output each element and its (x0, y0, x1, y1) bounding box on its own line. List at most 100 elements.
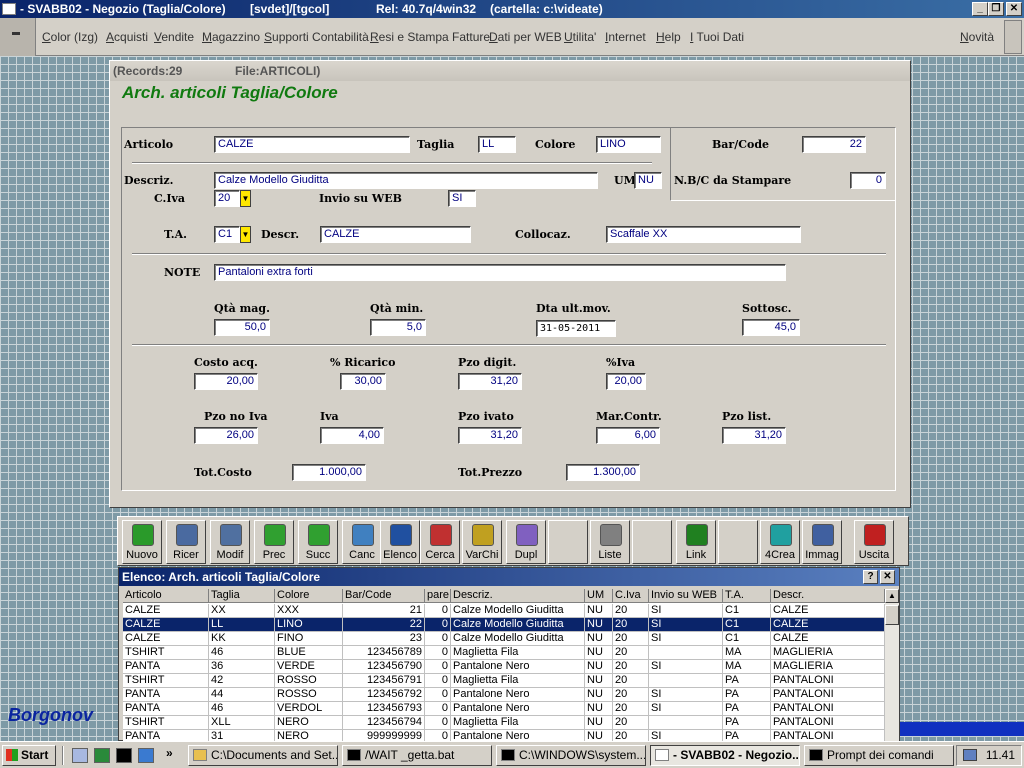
invio-web-field[interactable]: SI (448, 190, 476, 207)
sottosc-field[interactable]: 45,0 (742, 319, 800, 336)
app-icon[interactable] (2, 3, 16, 15)
table-row[interactable]: CALZE XX XXX 21 0 Calze Modello Giuditta NU 20 S… (123, 604, 885, 618)
quick-launch-cmd-icon[interactable] (116, 748, 132, 763)
column-header[interactable]: UM (585, 589, 613, 603)
scroll-thumb[interactable] (885, 605, 899, 625)
civa-field[interactable]: 20 (214, 190, 240, 207)
table-row[interactable]: PANTA 44 ROSSO 123456792 0 Pantalone Nero NU 20… (123, 688, 885, 702)
column-header[interactable]: Colore (275, 589, 343, 603)
toolbar-cerca-button[interactable]: Cerca (420, 520, 460, 564)
qtamag-field[interactable]: 50,0 (214, 319, 270, 336)
column-header[interactable]: Bar/Code (343, 589, 425, 603)
costoacq-field[interactable]: 20,00 (194, 373, 258, 390)
ta-dropdown-icon[interactable]: ▼ (240, 226, 251, 243)
toolbar-liste-button[interactable]: Liste (590, 520, 630, 564)
civa-dropdown-icon[interactable]: ▼ (240, 190, 251, 207)
column-header[interactable]: T.A. (723, 589, 771, 603)
scroll-up-icon[interactable]: ▲ (885, 589, 899, 603)
minimize-button[interactable]: _ (972, 2, 988, 16)
dtault-field[interactable]: 31-05-2011 (536, 320, 616, 337)
colore-field[interactable]: LINO (596, 136, 661, 153)
toolbar-link-button[interactable]: Link (676, 520, 716, 564)
quick-launch-chevron-icon[interactable]: » (166, 746, 173, 760)
qtamin-field[interactable]: 5,0 (370, 319, 426, 336)
help-button[interactable]: ? (863, 570, 878, 584)
menu-i-tuoi-dati[interactable]: I Tuoi Dati (690, 30, 744, 44)
toolbar-modif-button[interactable]: Modif (210, 520, 250, 564)
marcontr-field[interactable]: 6,00 (596, 427, 660, 444)
menu-magazzino[interactable]: Magazzino (202, 30, 260, 44)
task-documents[interactable]: C:\Documents and Set... (188, 745, 338, 766)
descr-field[interactable]: CALZE (320, 226, 471, 243)
barcode-field[interactable]: 22 (802, 136, 866, 153)
quick-launch-ie-icon[interactable] (138, 748, 154, 763)
iva-field[interactable]: 4,00 (320, 427, 384, 444)
table-row[interactable]: PANTA 36 VERDE 123456790 0 Pantalone Nero NU 20… (123, 660, 885, 674)
menu-vendite[interactable]: Vendite (154, 30, 194, 44)
totprezzo-field[interactable]: 1.300,00 (566, 464, 640, 481)
column-header[interactable]: C.Iva (613, 589, 649, 603)
toolbar-uscita-button[interactable]: Uscita (854, 520, 894, 564)
nbc-field[interactable]: 0 (850, 172, 886, 189)
toolbar-dupl-button[interactable]: Dupl (506, 520, 546, 564)
column-header[interactable]: Descriz. (451, 589, 585, 603)
menu-color[interactable]: Color (Izg) (42, 30, 98, 44)
ricarico-field[interactable]: 30,00 (340, 373, 386, 390)
toolbar-ricer-button[interactable]: Ricer (166, 520, 206, 564)
menu-internet[interactable]: Internet (605, 30, 646, 44)
collocaz-field[interactable]: Scaffale XX (606, 226, 801, 243)
task-windows-system[interactable]: C:\WINDOWS\system... (496, 745, 646, 766)
descriz-field[interactable]: Calze Modello Giuditta (214, 172, 598, 189)
menu-novita[interactable]: Novità (960, 30, 994, 44)
pzodigit-field[interactable]: 31,20 (458, 373, 522, 390)
column-header[interactable]: Descr. (771, 589, 885, 603)
system-menu-icon[interactable] (0, 18, 36, 56)
column-header[interactable]: pare (425, 589, 451, 603)
close-button[interactable]: ✕ (1006, 2, 1022, 16)
quick-launch-doc-icon[interactable] (72, 748, 88, 763)
menu-help[interactable]: Help (656, 30, 681, 44)
menu-acquisti[interactable]: Acquisti (106, 30, 148, 44)
note-field[interactable]: Pantaloni extra forti (214, 264, 786, 281)
table-row[interactable]: TSHIRT XLL NERO 123456794 0 Maglietta Fila NU 2… (123, 716, 885, 730)
toolbar-nuovo-button[interactable]: Nuovo (122, 520, 162, 564)
toolbar-varchi-button[interactable]: VarChi (462, 520, 502, 564)
pzonoiva-field[interactable]: 26,00 (194, 427, 258, 444)
vertical-scrollbar[interactable]: ▲ (885, 589, 899, 741)
table-row[interactable]: PANTA 31 NERO 999999999 0 Pantalone Nero NU 20 S… (123, 730, 885, 741)
toolbar-prec-button[interactable]: Prec (254, 520, 294, 564)
table-row[interactable]: TSHIRT 42 ROSSO 123456791 0 Maglietta Fila NU 2… (123, 674, 885, 688)
table-row[interactable]: CALZE LL LINO 22 0 Calze Modello Giuditta NU 20… (123, 618, 885, 632)
toolbar-succ-button[interactable]: Succ (298, 520, 338, 564)
percent-iva-field[interactable]: 20,00 (606, 373, 646, 390)
menu-resi-stampa-fatture[interactable]: Resi e Stampa Fatture (370, 30, 490, 44)
pzoivato-field[interactable]: 31,20 (458, 427, 522, 444)
quick-launch-excel-icon[interactable] (94, 748, 110, 763)
toolbar-elenco-button[interactable]: Elenco (380, 520, 420, 564)
column-header[interactable]: Invio su WEB (649, 589, 723, 603)
taglia-field[interactable]: LL (478, 136, 516, 153)
column-header[interactable]: Taglia (209, 589, 275, 603)
articolo-field[interactable]: CALZE (214, 136, 410, 153)
network-icon[interactable] (963, 749, 977, 761)
ta-field[interactable]: C1 (214, 226, 240, 243)
table-row[interactable]: CALZE KK FINO 23 0 Calze Modello Giuditta NU 20… (123, 632, 885, 646)
menu-dati-per-web[interactable]: Dati per WEB (489, 30, 562, 44)
task-svabb02[interactable]: - SVABB02 - Negozio... (650, 745, 800, 766)
window-title-bar[interactable]: - SVABB02 - Negozio (Taglia/Colore) [svd… (0, 0, 1024, 18)
totcosto-field[interactable]: 1.000,00 (292, 464, 366, 481)
task-prompt[interactable]: Prompt dei comandi (804, 745, 954, 766)
toolbar-immag-button[interactable]: Immag (802, 520, 842, 564)
menu-supporti-contabilita[interactable]: Supporti Contabilità (264, 30, 369, 44)
restore-button[interactable]: ❐ (988, 2, 1004, 16)
list-close-button[interactable]: ✕ (880, 570, 895, 584)
menu-utilita[interactable]: Utilita' (564, 30, 596, 44)
task-getta-bat[interactable]: /WAIT _getta.bat (342, 745, 492, 766)
um-field[interactable]: NU (634, 172, 662, 189)
pzolist-field[interactable]: 31,20 (722, 427, 786, 444)
column-header[interactable]: Articolo (123, 589, 209, 603)
toolbar-canc-button[interactable]: Canc (342, 520, 382, 564)
table-row[interactable]: PANTA 46 VERDOL 123456793 0 Pantalone Nero NU 2… (123, 702, 885, 716)
table-row[interactable]: TSHIRT 46 BLUE 123456789 0 Maglietta Fila NU 20… (123, 646, 885, 660)
start-button[interactable]: Start (2, 745, 56, 766)
